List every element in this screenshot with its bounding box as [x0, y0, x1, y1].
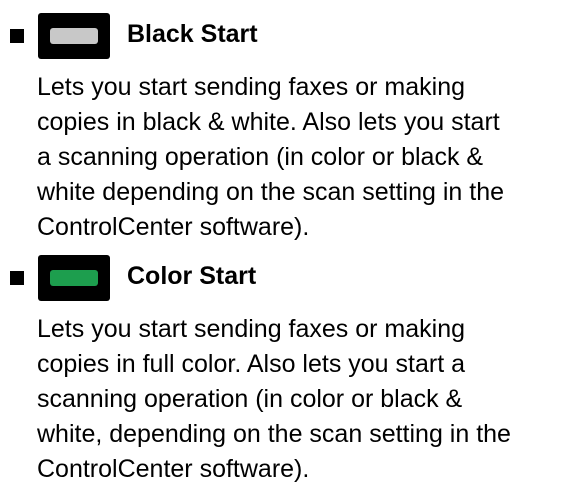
- description-line: copies in black & white. Also lets you s…: [37, 108, 500, 136]
- square-bullet-icon: [10, 29, 24, 43]
- description-line: ControlCenter software).: [37, 213, 310, 241]
- color-start-key-face: [50, 270, 98, 286]
- description-line: Lets you start sending faxes or making: [37, 73, 466, 101]
- description-line: copies in full color. Also lets you star…: [37, 350, 465, 378]
- description-line: Lets you start sending faxes or making: [37, 315, 466, 343]
- description-line: white depending on the scan setting in t…: [37, 178, 505, 206]
- color-start-key-icon: [38, 255, 110, 301]
- black-start-key-icon: [38, 13, 110, 59]
- description-line: ControlCenter software).: [37, 455, 310, 483]
- color-start-description: Lets you start sending faxes or making c…: [37, 312, 559, 487]
- description-line: white, depending on the scan setting in …: [37, 420, 511, 448]
- black-start-title: Black Start: [127, 20, 258, 48]
- black-start-description: Lets you start sending faxes or making c…: [37, 70, 559, 245]
- black-start-key-face: [50, 28, 98, 44]
- square-bullet-icon: [10, 271, 24, 285]
- color-start-title: Color Start: [127, 262, 257, 290]
- description-line: scanning operation (in color or black &: [37, 385, 463, 413]
- description-line: a scanning operation (in color or black …: [37, 143, 484, 171]
